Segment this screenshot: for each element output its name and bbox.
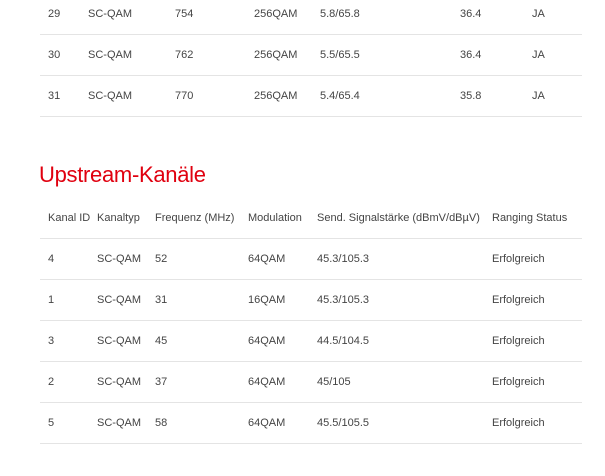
frequency-cell: 52: [155, 238, 248, 280]
channel-type-cell: SC-QAM: [97, 320, 155, 362]
channel-id-cell: 2: [40, 361, 97, 403]
upstream-channels-table: Kanal ID Kanaltyp Frequenz (MHz) Modulat…: [40, 198, 582, 444]
table-row: 30 SC-QAM 762 256QAM 5.5/65.5 36.4 JA: [40, 34, 582, 76]
transmit-power-cell: 45.5/105.5: [317, 402, 492, 444]
transmit-power-cell: 44.5/104.5: [317, 320, 492, 362]
channel-type-cell: SC-QAM: [88, 0, 175, 35]
frequency-cell: 754: [175, 0, 254, 35]
channel-id-cell: 5: [40, 402, 97, 444]
channel-id-cell: 29: [40, 0, 88, 35]
modulation-cell: 256QAM: [254, 0, 320, 35]
ranging-status-cell: Erfolgreich: [492, 320, 582, 362]
modulation-cell: 64QAM: [248, 238, 317, 280]
table-row: 2 SC-QAM 37 64QAM 45/105 Erfolgreich: [40, 361, 582, 403]
signal-strength-cell: 5.4/65.4: [320, 75, 460, 117]
column-header-frequency: Frequenz (MHz): [155, 198, 248, 239]
frequency-cell: 31: [155, 279, 248, 321]
channel-id-cell: 3: [40, 320, 97, 362]
modulation-cell: 256QAM: [254, 34, 320, 76]
transmit-power-cell: 45/105: [317, 361, 492, 403]
ranging-status-cell: Erfolgreich: [492, 402, 582, 444]
table-row: 1 SC-QAM 31 16QAM 45.3/105.3 Erfolgreich: [40, 279, 582, 321]
channel-id-cell: 30: [40, 34, 88, 76]
transmit-power-cell: 45.3/105.3: [317, 279, 492, 321]
downstream-channels-table: 29 SC-QAM 754 256QAM 5.8/65.8 36.4 JA 30…: [40, 0, 582, 117]
lock-status-cell: JA: [532, 34, 582, 76]
table-row: 31 SC-QAM 770 256QAM 5.4/65.4 35.8 JA: [40, 75, 582, 117]
lock-status-cell: JA: [532, 75, 582, 117]
channel-type-cell: SC-QAM: [97, 402, 155, 444]
channel-type-cell: SC-QAM: [97, 361, 155, 403]
table-header-row: Kanal ID Kanaltyp Frequenz (MHz) Modulat…: [40, 198, 582, 239]
frequency-cell: 762: [175, 34, 254, 76]
upstream-channels-heading: Upstream-Kanäle: [39, 162, 206, 187]
channel-type-cell: SC-QAM: [88, 75, 175, 117]
lock-status-cell: JA: [532, 0, 582, 35]
snr-cell: 36.4: [460, 0, 532, 35]
table-row: 4 SC-QAM 52 64QAM 45.3/105.3 Erfolgreich: [40, 238, 582, 280]
channel-id-cell: 31: [40, 75, 88, 117]
column-header-transmit-power: Send. Signalstärke (dBmV/dBµV): [317, 198, 492, 239]
channel-id-cell: 1: [40, 279, 97, 321]
channel-type-cell: SC-QAM: [97, 279, 155, 321]
channel-id-cell: 4: [40, 238, 97, 280]
ranging-status-cell: Erfolgreich: [492, 361, 582, 403]
frequency-cell: 45: [155, 320, 248, 362]
modulation-cell: 64QAM: [248, 402, 317, 444]
signal-strength-cell: 5.8/65.8: [320, 0, 460, 35]
ranging-status-cell: Erfolgreich: [492, 279, 582, 321]
table-row: 5 SC-QAM 58 64QAM 45.5/105.5 Erfolgreich: [40, 402, 582, 444]
modulation-cell: 16QAM: [248, 279, 317, 321]
column-header-ranging-status: Ranging Status: [492, 198, 582, 239]
column-header-channel-id: Kanal ID: [40, 198, 97, 239]
ranging-status-cell: Erfolgreich: [492, 238, 582, 280]
snr-cell: 35.8: [460, 75, 532, 117]
snr-cell: 36.4: [460, 34, 532, 76]
frequency-cell: 770: [175, 75, 254, 117]
table-row: 3 SC-QAM 45 64QAM 44.5/104.5 Erfolgreich: [40, 320, 582, 362]
table-row: 29 SC-QAM 754 256QAM 5.8/65.8 36.4 JA: [40, 0, 582, 35]
transmit-power-cell: 45.3/105.3: [317, 238, 492, 280]
modulation-cell: 256QAM: [254, 75, 320, 117]
column-header-channel-type: Kanaltyp: [97, 198, 155, 239]
frequency-cell: 37: [155, 361, 248, 403]
modulation-cell: 64QAM: [248, 320, 317, 362]
modulation-cell: 64QAM: [248, 361, 317, 403]
channel-type-cell: SC-QAM: [88, 34, 175, 76]
signal-strength-cell: 5.5/65.5: [320, 34, 460, 76]
channel-type-cell: SC-QAM: [97, 238, 155, 280]
column-header-modulation: Modulation: [248, 198, 317, 239]
frequency-cell: 58: [155, 402, 248, 444]
